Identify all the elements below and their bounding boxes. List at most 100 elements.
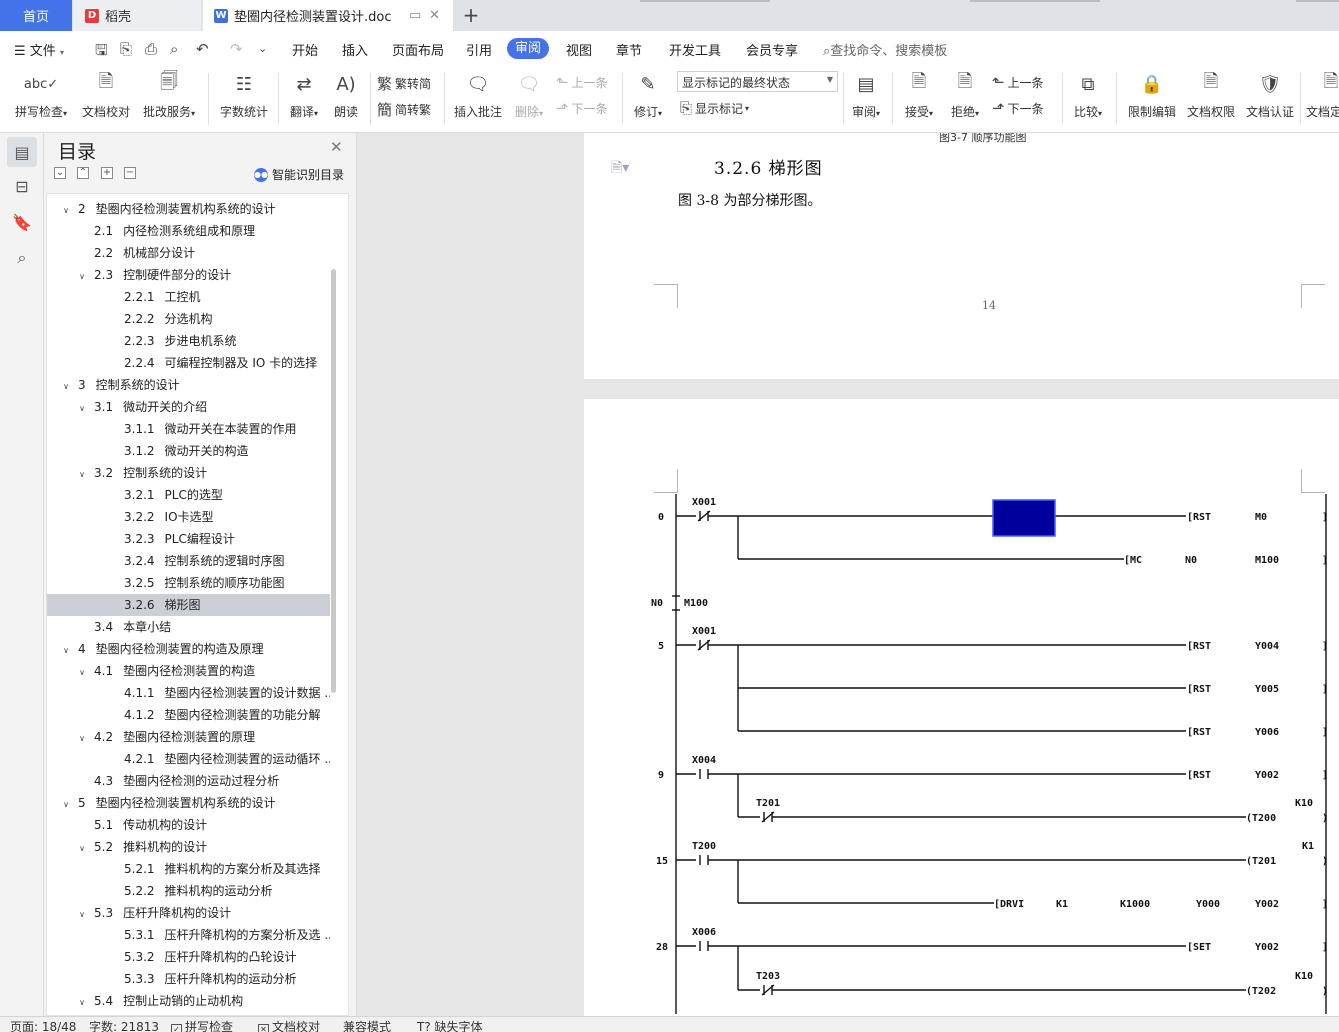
expand-chevron-icon[interactable]: ∨	[76, 662, 88, 682]
print-preview-icon[interactable]: ⌕	[170, 40, 178, 58]
expand-chevron-icon[interactable]: ∨	[76, 728, 88, 748]
doc-rights-button[interactable]: 🗎 文档权限	[1184, 69, 1238, 120]
menu-layout[interactable]: 页面布局	[392, 40, 444, 59]
menu-review[interactable]: 审阅	[507, 38, 549, 59]
export-pdf-icon[interactable]: ⎘	[120, 40, 132, 58]
file-menu[interactable]: ☰ 文件 ▾	[14, 40, 64, 59]
command-search[interactable]: ⌕查找命令、搜索模板	[823, 40, 947, 59]
toc-item[interactable]: 3.2.1 PLC的选型	[47, 484, 330, 506]
toc-item[interactable]: ∨ 5.2 推料机构的设计	[47, 836, 330, 858]
toc-item[interactable]: 2.2.1 工控机	[47, 286, 330, 308]
toc-item[interactable]: 5.3.2 压杆升降机构的凸轮设计	[47, 946, 330, 968]
expand-chevron-icon[interactable]: ∨	[76, 398, 88, 418]
menu-view[interactable]: 视图	[566, 40, 592, 59]
toc-item[interactable]: ∨ 3.2 控制系统的设计	[47, 462, 330, 484]
doc-cert-button[interactable]: 🛡 文档认证	[1243, 69, 1297, 120]
proofread-toggle[interactable]: ✕ 文档校对	[258, 1018, 320, 1032]
word-count-button[interactable]: ☷ 字数统计	[218, 69, 270, 120]
toc-item[interactable]: 5.3.3 压杆升降机构的运动分析	[47, 968, 330, 990]
toc-item[interactable]: 2.2.4 可编程控制器及 IO 卡的选择	[47, 352, 330, 374]
toc-item[interactable]: 3.1.2 微动开关的构造	[47, 440, 330, 462]
close-tab-icon[interactable]: ✕	[429, 8, 440, 23]
menu-reference[interactable]: 引用	[466, 40, 492, 59]
new-tab-button[interactable]: +	[460, 4, 482, 26]
toc-item[interactable]: 2.2.3 步进电机系统	[47, 330, 330, 352]
read-aloud-button[interactable]: A) 朗读	[330, 69, 362, 120]
remove-heading-icon[interactable]: −	[124, 167, 136, 179]
tab-document[interactable]: W 垫圈内径检测装置设计.doc ▭ ✕	[203, 0, 453, 31]
toc-item[interactable]: 4.2.1 垫圈内径检测装置的运动循环 ...	[47, 748, 330, 770]
chapter-nav-icon[interactable]: ⊟	[7, 171, 37, 201]
expand-all-icon[interactable]: ⌃	[77, 167, 89, 179]
prev-comment-button[interactable]: ⬑ 上一条	[556, 73, 608, 91]
toc-item[interactable]: 4.1.1 垫圈内径检测装置的设计数据 ...	[47, 682, 330, 704]
spellcheck-button[interactable]: abc✓ 拼写检查▾	[12, 69, 70, 120]
float-window-icon[interactable]: ▭	[409, 8, 421, 23]
page-indicator[interactable]: 页面: 18/48	[10, 1018, 76, 1032]
menu-chapter[interactable]: 章节	[616, 40, 642, 59]
expand-chevron-icon[interactable]: ∨	[76, 838, 88, 858]
missing-font[interactable]: T? 缺失字体	[417, 1018, 483, 1032]
toc-item[interactable]: 5.3.1 压杆升降机构的方案分析及选 ...	[47, 924, 330, 946]
doc-finalize-button[interactable]: 🗎 文档定	[1306, 69, 1339, 120]
toc-item[interactable]: 5.1 传动机构的设计	[47, 814, 330, 836]
expand-chevron-icon[interactable]: ∨	[76, 904, 88, 924]
accept-button[interactable]: 🗎 接受▾	[900, 69, 938, 120]
expand-chevron-icon[interactable]: ∨	[60, 640, 72, 660]
toc-item[interactable]: 3.4 本章小结	[47, 616, 330, 638]
show-marks-button[interactable]: ⎘ 显示标记 ▾	[680, 99, 749, 117]
word-count[interactable]: 字数: 21813	[89, 1018, 159, 1032]
toc-item[interactable]: 3.1.1 微动开关在本装置的作用	[47, 418, 330, 440]
paragraph-mark-icon[interactable]: 🗎▾	[611, 157, 629, 181]
reject-button[interactable]: 🗎 拒绝▾	[946, 69, 984, 120]
toc-item[interactable]: ∨ 3.1 微动开关的介绍	[47, 396, 330, 418]
translate-button[interactable]: ⇄ 翻译▾	[286, 69, 322, 120]
doc-check-button[interactable]: 🗎 文档校对	[80, 69, 132, 120]
toc-item[interactable]: 3.2.6 梯形图	[47, 594, 330, 616]
track-state-select[interactable]: 显示标记的最终状态 ▼	[677, 71, 838, 92]
spellcheck-toggle[interactable]: ✓ 拼写检查	[171, 1018, 233, 1032]
undo-icon[interactable]: ↶	[196, 40, 209, 58]
simp-to-trad-button[interactable]: 簡简转繁	[377, 99, 431, 120]
toc-item[interactable]: 4.1.2 垫圈内径检测装置的功能分解	[47, 704, 330, 726]
toc-scrollbar[interactable]	[331, 269, 336, 693]
toc-item[interactable]: 2.1 内径检测系统组成和原理	[47, 220, 330, 242]
menu-insert[interactable]: 插入	[342, 40, 368, 59]
toc-item[interactable]: ∨ 2 垫圈内径检测装置机构系统的设计	[47, 198, 330, 220]
collapse-all-icon[interactable]: ⌄	[54, 167, 66, 179]
toc-item[interactable]: ∨ 4.2 垫圈内径检测装置的原理	[47, 726, 330, 748]
next-change-button[interactable]: ⬏ 下一条	[992, 99, 1044, 117]
toc-item[interactable]: ∨ 4 垫圈内径检测装置的构造及原理	[47, 638, 330, 660]
redo-icon[interactable]: ↷	[230, 40, 243, 58]
toc-panel-icon[interactable]: ▤	[7, 137, 37, 167]
review-pane-button[interactable]: ▤ 审阅▾	[848, 69, 884, 120]
toc-item[interactable]: ∨ 4.1 垫圈内径检测装置的构造	[47, 660, 330, 682]
delete-comment-button[interactable]: 🗨 删除▾	[510, 69, 548, 120]
expand-chevron-icon[interactable]: ∨	[60, 794, 72, 814]
toc-item[interactable]: 3.2.5 控制系统的顺序功能图	[47, 572, 330, 594]
toc-item[interactable]: 2.2 机械部分设计	[47, 242, 330, 264]
toc-item[interactable]: 3.2.4 控制系统的逻辑时序图	[47, 550, 330, 572]
menu-start[interactable]: 开始	[292, 40, 318, 59]
trad-to-simp-button[interactable]: 繁繁转简	[377, 73, 431, 94]
menu-member[interactable]: 会员专享	[746, 40, 798, 59]
toc-item[interactable]: ∨ 5.4 控制止动销的止动机构	[47, 990, 330, 1012]
expand-chevron-icon[interactable]: ∨	[60, 376, 72, 396]
compare-button[interactable]: ⧉ 比较▾	[1068, 69, 1108, 120]
expand-chevron-icon[interactable]: ∨	[76, 992, 88, 1012]
expand-chevron-icon[interactable]: ∨	[76, 266, 88, 286]
save-icon[interactable]: 🖫	[95, 40, 108, 65]
tab-daoke[interactable]: D 稻壳	[73, 0, 201, 31]
next-comment-button[interactable]: ⬏ 下一条	[556, 99, 608, 117]
toc-item[interactable]: ∨ 5.3 压杆升降机构的设计	[47, 902, 330, 924]
toc-item[interactable]: ∨ 2.3 控制硬件部分的设计	[47, 264, 330, 286]
close-icon[interactable]: ✕	[330, 138, 343, 156]
correction-service-button[interactable]: 🗐 批改服务▾	[140, 69, 198, 120]
bookmark-icon[interactable]: 🔖	[7, 207, 37, 237]
expand-chevron-icon[interactable]: ∨	[60, 200, 72, 220]
insert-comment-button[interactable]: 🗨 插入批注	[452, 69, 504, 120]
prev-change-button[interactable]: ⬑ 上一条	[992, 73, 1044, 91]
expand-chevron-icon[interactable]: ∨	[76, 464, 88, 484]
toc-item[interactable]: ∨ 5 垫圈内径检测装置机构系统的设计	[47, 792, 330, 814]
add-heading-icon[interactable]: +	[101, 167, 113, 179]
